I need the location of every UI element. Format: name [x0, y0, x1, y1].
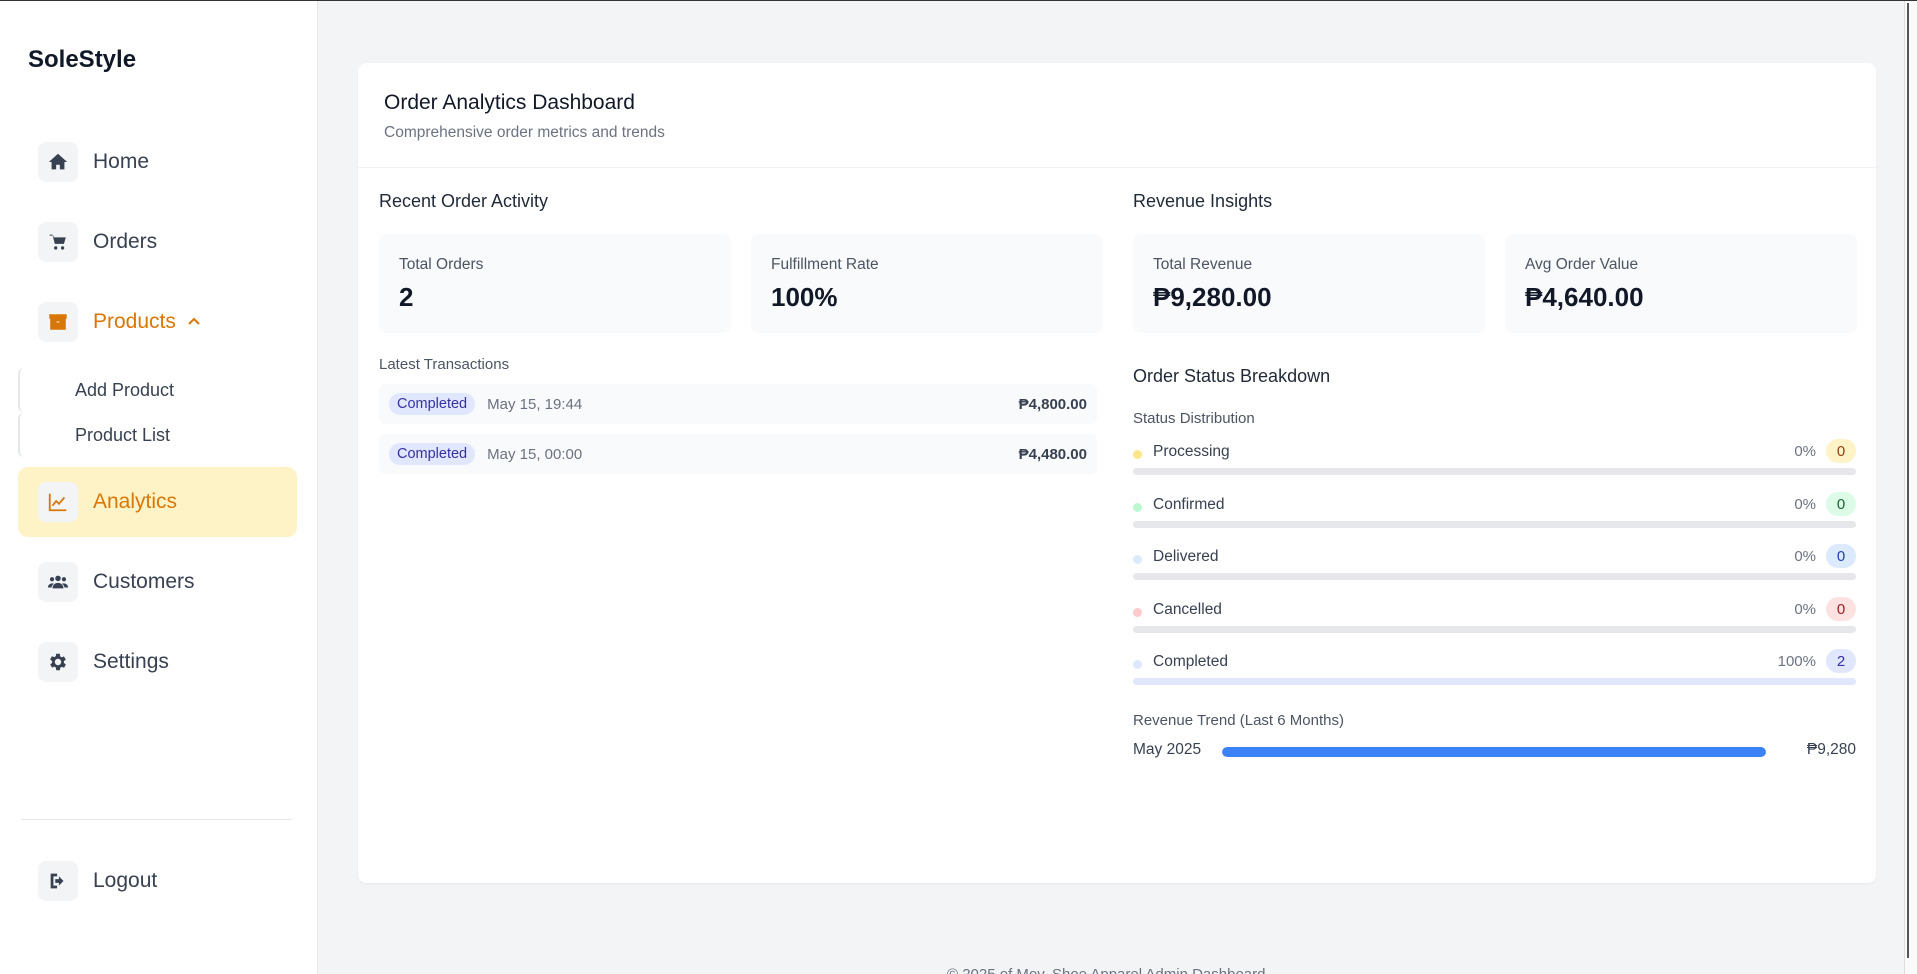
status-dot — [1133, 608, 1142, 617]
page-scrollbar[interactable] — [1904, 1, 1917, 974]
sidebar-item-analytics[interactable]: Analytics — [18, 467, 297, 537]
status-row-delivered: Delivered 0% 0 — [1133, 544, 1856, 586]
status-distribution-label: Status Distribution — [1133, 410, 1255, 427]
sidebar-item-orders[interactable]: Orders — [18, 207, 297, 277]
status-dot — [1133, 660, 1142, 669]
status-count-badge: 0 — [1826, 597, 1856, 621]
status-name: Confirmed — [1153, 496, 1225, 513]
total-revenue-card: Total Revenue ₱9,280.00 — [1133, 234, 1485, 333]
analytics-card: Order Analytics Dashboard Comprehensive … — [358, 63, 1876, 883]
latest-transactions-label: Latest Transactions — [379, 356, 510, 373]
transaction-date: May 15, 19:44 — [487, 395, 583, 413]
trend-value: ₱9,280 — [1806, 741, 1856, 758]
cart-icon — [38, 222, 78, 262]
status-percent: 0% — [1794, 548, 1816, 565]
stat-value: ₱4,640.00 — [1525, 282, 1644, 312]
status-name: Cancelled — [1153, 601, 1222, 618]
transaction-row[interactable]: Completed May 15, 00:00 ₱4,480.00 — [379, 434, 1097, 474]
status-count-badge: 0 — [1826, 544, 1856, 568]
sidebar-item-label: Customers — [93, 570, 195, 593]
sidebar-item-label: Analytics — [93, 490, 178, 513]
status-bar — [1133, 521, 1856, 528]
recent-activity-title: Recent Order Activity — [379, 191, 549, 211]
status-dot — [1133, 503, 1142, 512]
status-badge: Completed — [389, 443, 476, 465]
status-name: Delivered — [1153, 548, 1219, 565]
sidebar-subitem-add-product[interactable]: Add Product — [18, 368, 297, 412]
sidebar-item-customers[interactable]: Customers — [18, 547, 297, 617]
status-count-badge: 0 — [1826, 492, 1856, 516]
stat-label: Avg Order Value — [1525, 256, 1639, 273]
revenue-trend-label: Revenue Trend (Last 6 Months) — [1133, 712, 1344, 729]
sidebar-subitem-label: Product List — [75, 424, 171, 445]
stat-label: Fulfillment Rate — [771, 256, 879, 273]
transaction-date: May 15, 00:00 — [487, 445, 583, 463]
box-icon — [38, 302, 78, 342]
sidebar: SoleStyle Home Orders Products Add Produ… — [0, 1, 318, 974]
chart-line-icon — [38, 482, 78, 522]
sidebar-item-products[interactable]: Products — [18, 287, 297, 357]
fulfillment-rate-card: Fulfillment Rate 100% — [751, 234, 1103, 333]
status-row-completed: Completed 100% 2 — [1133, 649, 1856, 691]
logout-icon — [38, 861, 78, 901]
status-bar — [1133, 626, 1856, 633]
status-name: Processing — [1153, 443, 1230, 460]
transaction-amount: ₱4,800.00 — [1018, 395, 1087, 413]
status-row-confirmed: Confirmed 0% 0 — [1133, 492, 1856, 534]
revenue-trend-row: May 2025 ₱9,280 — [1133, 739, 1856, 763]
status-percent: 100% — [1777, 653, 1816, 670]
gear-icon — [38, 642, 78, 682]
card-header: Order Analytics Dashboard Comprehensive … — [358, 63, 1876, 168]
status-count-badge: 2 — [1826, 649, 1856, 673]
sidebar-item-label: Products — [93, 310, 176, 333]
sidebar-item-label: Logout — [93, 869, 158, 892]
home-icon — [38, 142, 78, 182]
sidebar-subitem-product-list[interactable]: Product List — [18, 413, 297, 457]
sidebar-item-label: Home — [93, 150, 150, 173]
transaction-amount: ₱4,480.00 — [1018, 445, 1087, 463]
status-badge: Completed — [389, 393, 476, 415]
status-row-cancelled: Cancelled 0% 0 — [1133, 597, 1856, 639]
stat-value: ₱9,280.00 — [1153, 282, 1272, 312]
stat-label: Total Orders — [399, 256, 484, 273]
total-orders-card: Total Orders 2 — [379, 234, 731, 333]
status-bar — [1133, 678, 1856, 685]
stat-value: 100% — [771, 282, 838, 312]
trend-bar-fill — [1222, 747, 1766, 757]
sidebar-item-label: Orders — [93, 230, 158, 253]
sidebar-subitem-label: Add Product — [75, 379, 175, 400]
status-percent: 0% — [1794, 601, 1816, 618]
revenue-insights-title: Revenue Insights — [1133, 191, 1273, 211]
status-count-badge: 0 — [1826, 439, 1856, 463]
status-bar — [1133, 573, 1856, 580]
stat-label: Total Revenue — [1153, 256, 1253, 273]
stat-value: 2 — [399, 282, 414, 312]
page-subtitle: Comprehensive order metrics and trends — [384, 124, 665, 141]
sidebar-item-logout[interactable]: Logout — [18, 846, 297, 916]
sidebar-divider — [22, 819, 292, 820]
status-bar-fill — [1133, 678, 1856, 685]
page-title: Order Analytics Dashboard — [384, 91, 635, 114]
status-breakdown-title: Order Status Breakdown — [1133, 366, 1331, 386]
users-icon — [38, 562, 78, 602]
chevron-up-icon — [188, 317, 200, 325]
scrollbar-thumb[interactable] — [1907, 3, 1913, 958]
brand-logo: SoleStyle — [28, 46, 137, 73]
sidebar-item-settings[interactable]: Settings — [18, 627, 297, 697]
status-name: Completed — [1153, 653, 1228, 670]
status-row-processing: Processing 0% 0 — [1133, 439, 1856, 481]
trend-bar — [1222, 747, 1766, 757]
status-percent: 0% — [1794, 496, 1816, 513]
footer-text: © 2025 of Mov. Shoe Apparel Admin Dashbo… — [947, 966, 1265, 974]
sidebar-item-home[interactable]: Home — [18, 127, 297, 197]
avg-order-value-card: Avg Order Value ₱4,640.00 — [1505, 234, 1857, 333]
status-percent: 0% — [1794, 443, 1816, 460]
status-dot — [1133, 555, 1142, 564]
transaction-row[interactable]: Completed May 15, 19:44 ₱4,800.00 — [379, 384, 1097, 424]
status-bar — [1133, 468, 1856, 475]
trend-month: May 2025 — [1133, 741, 1202, 758]
status-dot — [1133, 450, 1142, 459]
sidebar-item-label: Settings — [93, 650, 169, 673]
